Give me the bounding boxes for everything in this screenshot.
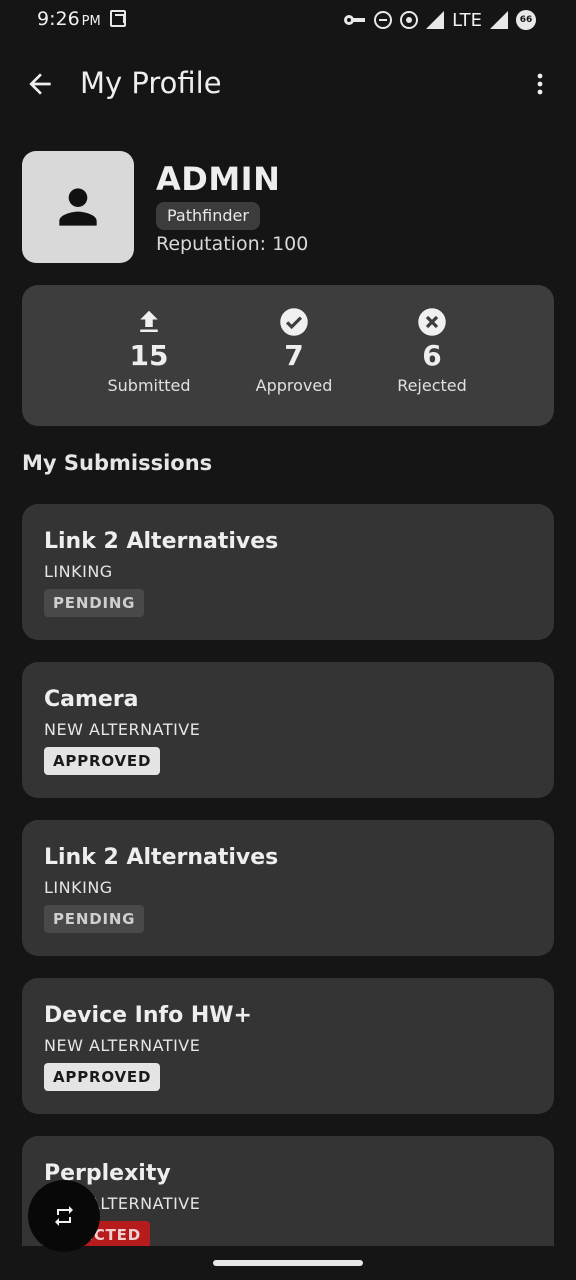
stat-value: 7: [284, 339, 304, 372]
stats-card: 15 Submitted 7 Approved 6 Rejected: [22, 285, 554, 426]
swap-fab[interactable]: [28, 1180, 100, 1252]
reputation-text: Reputation: 100: [156, 233, 309, 255]
status-clock: 9:26: [37, 8, 80, 30]
role-badge: Pathfinder: [156, 202, 260, 230]
stat-rejected: 6 Rejected: [367, 307, 497, 395]
stat-label: Approved: [255, 376, 333, 395]
more-vert-icon: [537, 73, 543, 95]
submission-card[interactable]: Link 2 Alternatives LINKING PENDING: [22, 820, 554, 956]
arrow-back-icon: [29, 73, 51, 95]
submissions-heading: My Submissions: [22, 451, 213, 475]
upload-icon: [140, 310, 158, 332]
status-chip: APPROVED: [44, 747, 161, 775]
submissions-list[interactable]: Link 2 Alternatives LINKING PENDING Came…: [0, 504, 576, 1246]
submission-title: Link 2 Alternatives: [44, 845, 279, 870]
screenshot-icon: [110, 10, 126, 27]
submission-type: NEW ALTERNATIVE: [44, 720, 201, 739]
status-ampm: PM: [81, 14, 101, 29]
cell-signal-icon: [490, 11, 508, 29]
back-button[interactable]: [24, 68, 56, 100]
network-type: LTE: [452, 9, 482, 31]
page-title: My Profile: [80, 66, 222, 100]
app-bar: My Profile: [0, 52, 576, 116]
stat-label: Rejected: [397, 376, 467, 395]
stat-value: 15: [129, 339, 169, 372]
submission-card[interactable]: Perplexity NEW ALTERNATIVE REJECTED: [22, 1136, 554, 1246]
gesture-nav-handle[interactable]: [213, 1260, 363, 1266]
stat-label: Submitted: [107, 376, 191, 395]
submission-type: LINKING: [44, 562, 113, 581]
status-chip: PENDING: [44, 905, 145, 933]
submission-type: NEW ALTERNATIVE: [44, 1036, 201, 1055]
submission-type: LINKING: [44, 878, 113, 897]
battery-icon: 66: [516, 10, 536, 30]
username: ADMIN: [156, 160, 281, 198]
submission-card[interactable]: Device Info HW+ NEW ALTERNATIVE APPROVED: [22, 978, 554, 1114]
check-circle-icon: [280, 308, 308, 336]
stat-value: 6: [422, 339, 442, 372]
person-icon: [59, 188, 97, 226]
vpn-key-icon: [344, 14, 366, 26]
stat-approved: 7 Approved: [229, 307, 359, 395]
status-bar: 9:26 PM LTE 66: [0, 0, 576, 40]
status-chip: APPROVED: [44, 1063, 161, 1091]
more-options-button[interactable]: [528, 72, 552, 96]
hotspot-icon: [400, 11, 419, 29]
swap-icon: [55, 1206, 73, 1226]
avatar[interactable]: [22, 151, 134, 263]
submission-card[interactable]: Link 2 Alternatives LINKING PENDING: [22, 504, 554, 640]
stat-submitted: 15 Submitted: [84, 307, 214, 395]
submission-title: Camera: [44, 687, 139, 712]
status-time: 9:26 PM: [37, 8, 101, 30]
status-chip: PENDING: [44, 589, 145, 617]
status-icons: LTE 66: [344, 8, 536, 32]
cancel-circle-icon: [418, 308, 446, 336]
do-not-disturb-icon: [374, 11, 393, 29]
submission-card[interactable]: Camera NEW ALTERNATIVE APPROVED: [22, 662, 554, 798]
submission-title: Device Info HW+: [44, 1003, 252, 1028]
submission-title: Link 2 Alternatives: [44, 529, 279, 554]
wifi-signal-icon: [426, 11, 445, 29]
